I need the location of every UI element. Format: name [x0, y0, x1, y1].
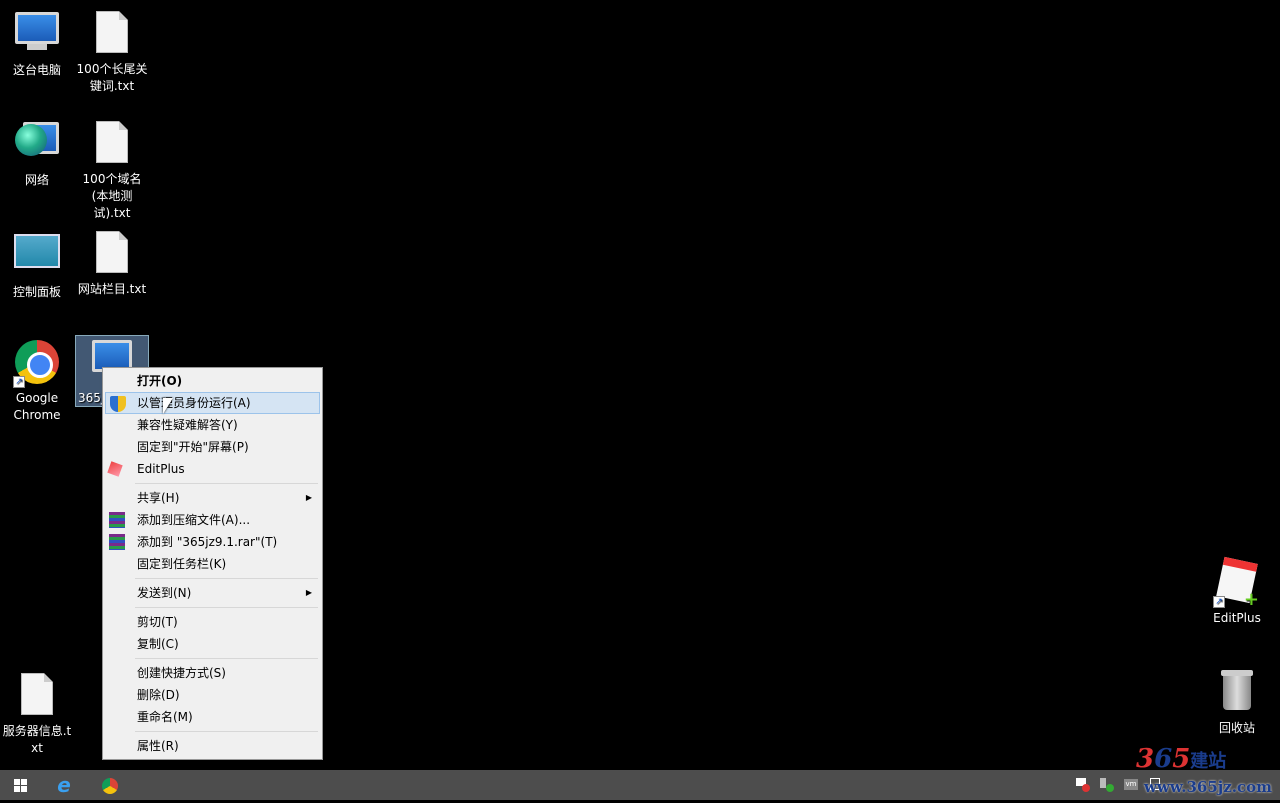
desktop-icon-keywords-txt[interactable]: 100个长尾关键词.txt [75, 8, 149, 95]
menu-item-label: 重命名(M) [137, 710, 193, 724]
menu-item-label: 添加到压缩文件(A)... [137, 513, 251, 527]
desktop-icon-control-panel[interactable]: 控制面板 [0, 228, 74, 301]
menu-item-open[interactable]: 打开(O) [105, 370, 320, 392]
computer-icon [13, 12, 61, 60]
text-file-icon [88, 11, 136, 59]
menu-item-label: 添加到 "365jz9.1.rar"(T) [137, 535, 278, 549]
icon-label: 控制面板 [12, 285, 61, 299]
editplus-icon: + ↗ [1213, 556, 1261, 609]
text-file-icon [88, 231, 136, 279]
mouse-cursor-icon [163, 398, 173, 414]
desktop-icon-domains-txt[interactable]: 100个域名(本地测试).txt [75, 118, 149, 222]
text-file-icon [88, 121, 136, 169]
menu-item-label: 创建快捷方式(S) [137, 666, 226, 680]
menu-separator [135, 578, 318, 579]
icon-label: Google Chrome [13, 391, 61, 422]
icon-label: 服务器信息.txt [2, 724, 72, 755]
start-button[interactable] [0, 770, 40, 800]
taskbar-chrome[interactable] [90, 770, 130, 800]
menu-separator [135, 607, 318, 608]
desktop-icon-server-info-txt[interactable]: 服务器信息.txt [0, 670, 74, 757]
menu-item-delete[interactable]: 删除(D) [105, 684, 320, 706]
menu-item-send-to[interactable]: 发送到(N) ▶ [105, 582, 320, 604]
menu-item-label: 共享(H) [137, 491, 180, 505]
menu-item-add-to-rar[interactable]: 添加到 "365jz9.1.rar"(T) [105, 531, 320, 553]
menu-item-label: 剪切(T) [137, 615, 178, 629]
desktop-icon-recycle-bin[interactable]: 回收站 [1200, 668, 1274, 737]
menu-item-label: 固定到"开始"屏幕(P) [137, 440, 249, 454]
menu-item-copy[interactable]: 复制(C) [105, 633, 320, 655]
icon-label: 100个长尾关键词.txt [76, 62, 148, 93]
winrar-icon [109, 534, 125, 550]
menu-item-label: 兼容性疑难解答(Y) [137, 418, 238, 432]
text-file-icon [13, 673, 61, 721]
chrome-icon: ↗ [13, 340, 61, 388]
menu-separator [135, 658, 318, 659]
icon-label: EditPlus [1213, 611, 1261, 625]
editplus-icon [107, 461, 123, 477]
desktop-icon-site-columns-txt[interactable]: 网站栏目.txt [75, 228, 149, 298]
submenu-arrow-icon: ▶ [305, 493, 312, 502]
menu-item-add-to-archive[interactable]: 添加到压缩文件(A)... [105, 509, 320, 531]
icon-label: 这台电脑 [12, 63, 61, 77]
context-menu: 打开(O) 以管理员身份运行(A) 兼容性疑难解答(Y) 固定到"开始"屏幕(P… [102, 367, 323, 760]
action-center-flag-icon[interactable] [1076, 778, 1090, 792]
menu-item-pin-to-start[interactable]: 固定到"开始"屏幕(P) [105, 436, 320, 458]
desktop-icon-network[interactable]: 网络 [0, 118, 74, 189]
menu-item-label: 属性(R) [137, 739, 179, 753]
menu-item-editplus[interactable]: EditPlus [105, 458, 320, 480]
watermark-url: www.365jz.com [1144, 778, 1272, 796]
taskbar: e vm [0, 770, 1280, 800]
taskbar-internet-explorer[interactable]: e [44, 770, 84, 800]
network-icon [13, 122, 61, 170]
menu-item-label: 以管理员身份运行(A) [137, 396, 251, 410]
menu-item-properties[interactable]: 属性(R) [105, 735, 320, 757]
menu-item-troubleshoot-compatibility[interactable]: 兼容性疑难解答(Y) [105, 414, 320, 436]
menu-item-create-shortcut[interactable]: 创建快捷方式(S) [105, 662, 320, 684]
chrome-icon [102, 777, 118, 794]
icon-label: 回收站 [1218, 721, 1255, 735]
watermark-logo: 365建站 www.365jz.com [1136, 744, 1272, 796]
icon-label: 网络 [24, 173, 49, 187]
desktop-icon-editplus[interactable]: + ↗ EditPlus [1200, 556, 1274, 627]
menu-item-rename[interactable]: 重命名(M) [105, 706, 320, 728]
icon-label: 100个域名(本地测试).txt [82, 172, 142, 220]
menu-item-run-as-admin[interactable]: 以管理员身份运行(A) [105, 392, 320, 414]
winrar-icon [109, 512, 125, 528]
uac-shield-icon [110, 396, 126, 412]
menu-separator [135, 483, 318, 484]
recycle-bin-icon [1213, 670, 1261, 718]
menu-item-label: 删除(D) [137, 688, 180, 702]
menu-item-share[interactable]: 共享(H) ▶ [105, 487, 320, 509]
internet-explorer-icon: e [57, 773, 71, 797]
menu-item-cut[interactable]: 剪切(T) [105, 611, 320, 633]
submenu-arrow-icon: ▶ [305, 588, 312, 597]
windows-logo-icon [13, 779, 27, 792]
control-panel-icon [13, 234, 61, 282]
network-status-icon[interactable] [1100, 778, 1114, 792]
menu-item-label: EditPlus [137, 462, 185, 476]
menu-item-label: 打开(O) [137, 374, 183, 388]
icon-label: 网站栏目.txt [77, 282, 147, 296]
menu-separator [135, 731, 318, 732]
menu-item-label: 固定到任务栏(K) [137, 557, 227, 571]
menu-item-label: 发送到(N) [137, 586, 192, 600]
desktop-icon-google-chrome[interactable]: ↗ Google Chrome [0, 338, 74, 424]
desktop-icon-this-pc[interactable]: 这台电脑 [0, 8, 74, 79]
menu-item-label: 复制(C) [137, 637, 179, 651]
menu-item-pin-to-taskbar[interactable]: 固定到任务栏(K) [105, 553, 320, 575]
